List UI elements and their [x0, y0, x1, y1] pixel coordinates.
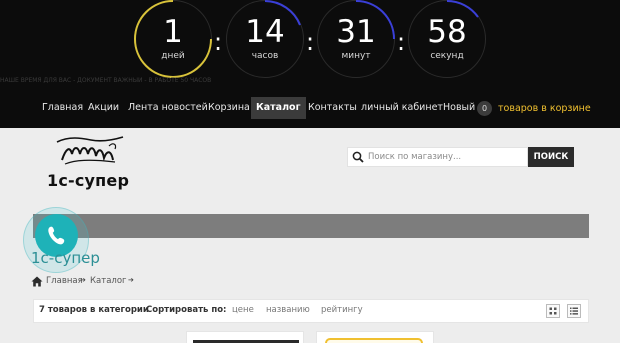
countdown-ticker: НАШЕ ВРЕМЯ ДЛЯ ВАС - ДОКУМЕНТ ВАЖНЫЙ - В… [0, 77, 212, 84]
nav-item-catalog[interactable]: Каталог [251, 97, 306, 119]
search-box [347, 147, 528, 167]
nav-item-cart[interactable]: Корзина [208, 97, 250, 119]
breadcrumb-catalog[interactable]: Каталог [90, 276, 127, 286]
category-bar [33, 214, 589, 238]
countdown-seconds: 58 секунд [408, 0, 486, 78]
product-card[interactable] [186, 331, 304, 343]
page-title: 1с-супер [31, 249, 100, 267]
countdown-seconds-value: 58 [427, 14, 467, 50]
list-view-icon[interactable] [567, 304, 581, 318]
nav-item-contacts[interactable]: Контакты [308, 97, 357, 119]
product-count: 7 товаров в категории [39, 305, 149, 315]
countdown-days: 1 дней [134, 0, 212, 78]
countdown-hours-label: часов [251, 51, 279, 61]
product-image[interactable] [325, 338, 423, 343]
sort-by-rating[interactable]: рейтингу [321, 305, 363, 315]
countdown-separator: : [214, 28, 223, 56]
search-button[interactable]: ПОИСК [528, 147, 574, 167]
product-card[interactable] [316, 331, 434, 343]
countdown-banner: 1 дней : 14 часов : 31 минут : 58 секунд… [0, 0, 620, 84]
nav-item-home[interactable]: Главная [42, 97, 83, 119]
countdown-days-value: 1 [163, 14, 183, 50]
breadcrumb-home[interactable]: Главная [46, 276, 83, 286]
nav-item-new[interactable]: Новый [443, 97, 475, 119]
cart-summary-link[interactable]: товаров в корзине [498, 101, 591, 116]
logo-text[interactable]: 1с-супер [47, 171, 129, 190]
sort-label: Сортировать по: [146, 305, 227, 315]
nav-item-account[interactable]: личный кабинет [361, 97, 443, 119]
countdown-hours-value: 14 [245, 14, 285, 50]
breadcrumb-arrow-icon: ➔ [128, 276, 134, 284]
catalog-toolbar: 7 товаров в категории Сортировать по: це… [33, 299, 589, 323]
search-input[interactable] [368, 148, 526, 166]
countdown-seconds-label: секунд [430, 51, 464, 61]
nav-item-promotions[interactable]: Акции [88, 97, 119, 119]
nav-item-news[interactable]: Лента новостей [128, 97, 208, 119]
countdown-separator: : [306, 28, 315, 56]
breadcrumb-arrow-icon: ➔ [80, 276, 86, 284]
grid-view-icon[interactable] [546, 304, 560, 318]
phone-icon [48, 226, 65, 245]
home-icon[interactable] [31, 276, 43, 287]
countdown-separator: : [397, 28, 406, 56]
sort-by-name[interactable]: названию [266, 305, 310, 315]
countdown-minutes-value: 31 [336, 14, 376, 50]
countdown-days-label: дней [161, 51, 185, 61]
search-icon [352, 151, 364, 163]
countdown-minutes: 31 минут [317, 0, 395, 78]
countdown-minutes-label: минут [341, 51, 371, 61]
cart-count-badge[interactable]: 0 [477, 101, 492, 116]
sort-by-price[interactable]: цене [232, 305, 254, 315]
countdown-hours: 14 часов [226, 0, 304, 78]
